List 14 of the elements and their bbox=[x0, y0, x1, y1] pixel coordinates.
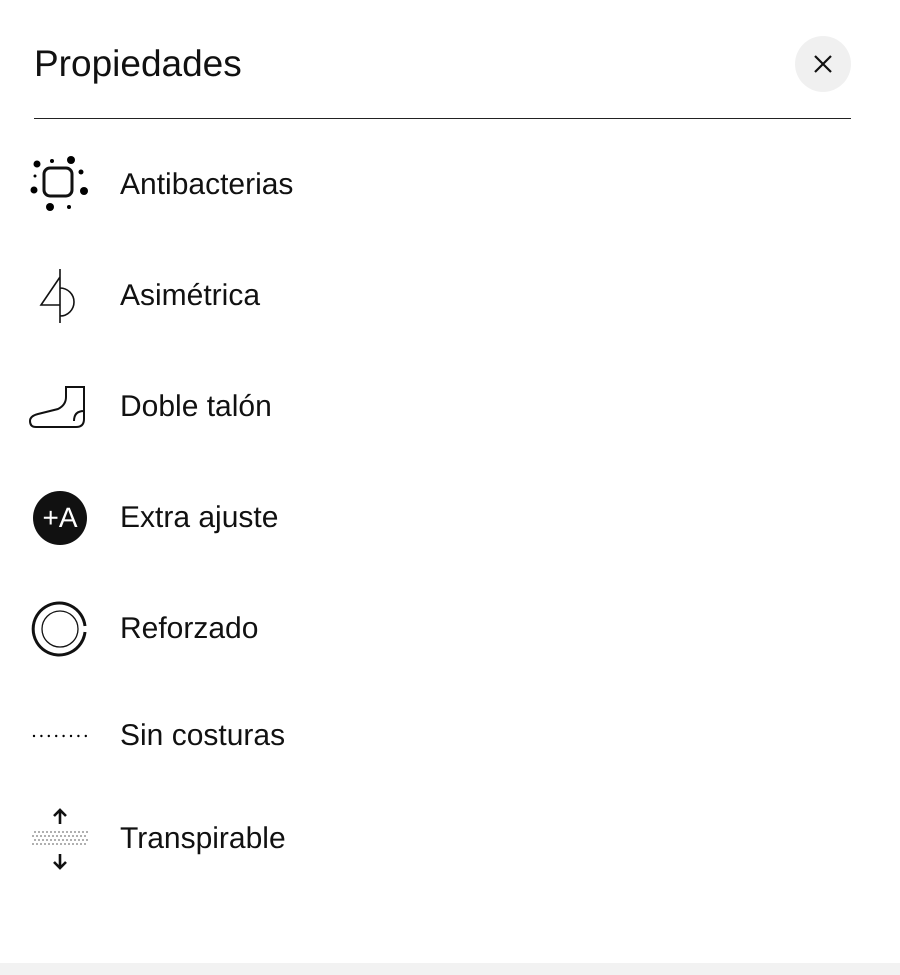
close-icon bbox=[812, 53, 834, 75]
property-label: Extra ajuste bbox=[120, 500, 278, 534]
property-label: Doble talón bbox=[120, 390, 272, 424]
property-label: Asimétrica bbox=[120, 278, 260, 312]
dotted-line-icon bbox=[32, 734, 88, 738]
extra-fit-badge: +A bbox=[33, 490, 87, 544]
property-label: Transpirable bbox=[120, 822, 286, 856]
dots-square-icon bbox=[29, 156, 91, 214]
property-label: Sin costuras bbox=[120, 718, 286, 752]
panel-title: Propiedades bbox=[34, 43, 242, 85]
property-label: Reforzado bbox=[120, 612, 258, 646]
breathable-arrows-icon bbox=[31, 806, 89, 870]
property-label: Antibacterias bbox=[120, 168, 294, 202]
double-circle-icon bbox=[31, 600, 89, 658]
